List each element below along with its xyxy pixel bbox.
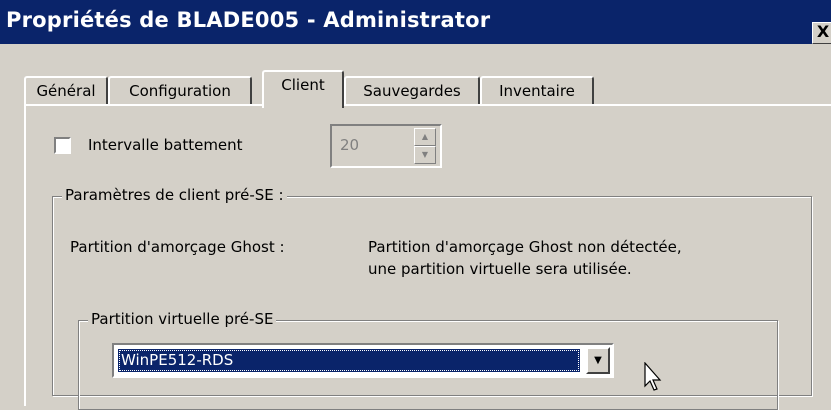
spin-up-button[interactable]: ▲ bbox=[414, 128, 436, 146]
chevron-down-icon: ▼ bbox=[594, 355, 602, 366]
title-bar: Propriétés de BLADE005 - Administrator X bbox=[0, 0, 831, 44]
ghost-partition-label: Partition d'amorçage Ghost : bbox=[70, 238, 285, 256]
tab-general-label: Général bbox=[36, 82, 96, 100]
heartbeat-checkbox[interactable] bbox=[54, 137, 71, 154]
ghost-partition-status-line1: Partition d'amorçage Ghost non détectée, bbox=[368, 238, 682, 256]
close-icon: X bbox=[816, 22, 830, 41]
arrow-up-icon: ▲ bbox=[421, 132, 429, 141]
heartbeat-spinner[interactable]: 20 ▲ ▼ bbox=[330, 124, 442, 168]
virtual-partition-selected: WinPE512-RDS bbox=[118, 349, 580, 372]
tab-sauvegardes[interactable]: Sauvegardes bbox=[344, 76, 480, 106]
virtual-partition-select[interactable]: WinPE512-RDS ▼ bbox=[112, 343, 614, 378]
tab-client-label: Client bbox=[281, 76, 325, 94]
heartbeat-value: 20 bbox=[340, 136, 360, 154]
mouse-cursor-icon bbox=[644, 362, 662, 391]
window-title: Propriétés de BLADE005 - Administrator bbox=[6, 8, 491, 32]
tab-client[interactable]: Client bbox=[262, 70, 344, 108]
tab-configuration-label: Configuration bbox=[129, 82, 231, 100]
client-settings-legend: Paramètres de client pré-SE : bbox=[62, 186, 287, 204]
arrow-down-icon: ▼ bbox=[421, 150, 429, 159]
tab-configuration[interactable]: Configuration bbox=[108, 76, 252, 106]
heartbeat-label: Intervalle battement bbox=[88, 136, 243, 154]
spin-down-button[interactable]: ▼ bbox=[414, 146, 436, 164]
virtual-partition-legend: Partition virtuelle pré-SE bbox=[88, 310, 277, 328]
dropdown-button[interactable]: ▼ bbox=[586, 347, 610, 374]
tab-inventaire-label: Inventaire bbox=[499, 82, 575, 100]
close-button[interactable]: X bbox=[812, 22, 831, 44]
tab-general[interactable]: Général bbox=[24, 76, 108, 106]
ghost-partition-status-line2: une partition virtuelle sera utilisée. bbox=[368, 260, 632, 278]
tab-sauvegardes-label: Sauvegardes bbox=[363, 82, 461, 100]
tab-inventaire[interactable]: Inventaire bbox=[480, 76, 594, 106]
